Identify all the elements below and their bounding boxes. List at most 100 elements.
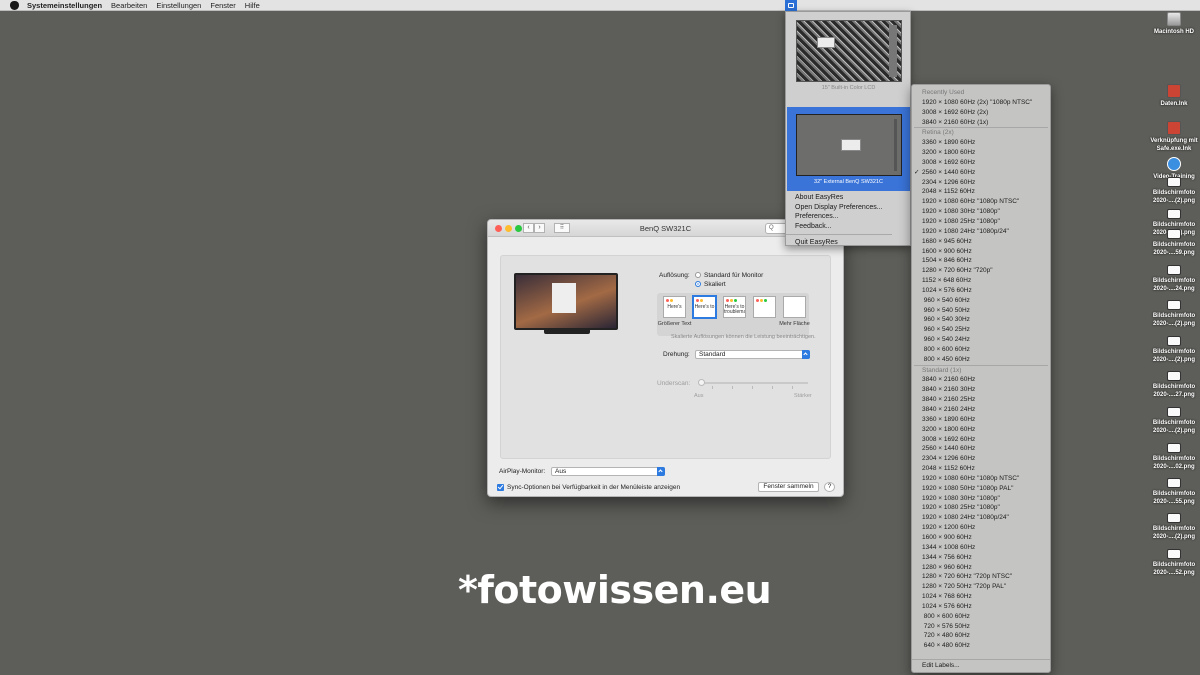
show-all-grid-icon[interactable]: ⠿ (554, 223, 570, 233)
resolution-item[interactable]: 960 × 540 60Hz (912, 296, 1050, 306)
resolution-item[interactable]: 960 × 540 30Hz (912, 315, 1050, 325)
scale-option-3[interactable]: Here's to troublema (723, 296, 746, 318)
menu-app-name[interactable]: Systemeinstellungen (27, 1, 102, 10)
resolution-item[interactable]: 800 × 600 60Hz (912, 612, 1050, 622)
preferences-item[interactable]: Preferences... (795, 212, 883, 222)
resolution-item[interactable]: 3840 × 2160 30Hz (912, 385, 1050, 395)
desktop-icon-item[interactable]: Bildschirmfoto 2020-....27.png (1144, 371, 1200, 399)
resolution-item[interactable]: 1504 × 846 60Hz (912, 256, 1050, 266)
desktop-icon-item[interactable]: Bildschirmfoto 2020-....(2).png (1144, 177, 1200, 205)
scale-option-1[interactable]: Here's (663, 296, 686, 318)
resolution-item[interactable]: 960 × 540 25Hz (912, 325, 1050, 335)
desktop-icon-item[interactable]: Bildschirmfoto 2020-....(2).png (1144, 407, 1200, 435)
display-builtin[interactable]: 15" Built-in Color LCD (787, 13, 910, 97)
resolution-item[interactable]: 1280 × 960 60Hz (912, 563, 1050, 573)
resolution-item[interactable]: 1920 × 1080 25Hz "1080p" (912, 217, 1050, 227)
about-easyres-item[interactable]: About EasyRes (795, 193, 883, 203)
resolution-item[interactable]: 1680 × 945 60Hz (912, 237, 1050, 247)
resolution-item[interactable]: 1344 × 756 60Hz (912, 553, 1050, 563)
forward-icon[interactable]: › (534, 223, 545, 233)
resolution-item[interactable]: 1920 × 1080 60Hz "1080p NTSC" (912, 474, 1050, 484)
scale-option-2[interactable]: Here's to (693, 296, 716, 318)
help-button[interactable]: ? (824, 482, 835, 492)
menu-edit[interactable]: Bearbeiten (111, 1, 147, 10)
resolution-item[interactable]: 3200 × 1800 60Hz (912, 425, 1050, 435)
desktop-icon-item[interactable]: Bildschirmfoto 2020-....(2).png (1144, 300, 1200, 328)
desktop-icon-item[interactable]: Daten.lnk (1144, 84, 1200, 108)
scale-option-4[interactable] (753, 296, 776, 318)
resolution-item[interactable]: 3008 × 1692 60Hz (912, 158, 1050, 168)
resolution-item[interactable]: 2560 × 1440 60Hz (912, 444, 1050, 454)
resolution-item[interactable]: 2304 × 1296 60Hz (912, 178, 1050, 188)
desktop-icon-item[interactable]: Bildschirmfoto 2020-....(2).png (1144, 336, 1200, 364)
resolution-item[interactable]: 960 × 540 24Hz (912, 335, 1050, 345)
resolution-item[interactable]: 3360 × 1890 60Hz (912, 415, 1050, 425)
resolution-item[interactable]: 1920 × 1080 60Hz "1080p NTSC" (912, 197, 1050, 207)
resolution-item[interactable]: 1600 × 900 60Hz (912, 247, 1050, 257)
underscan-slider[interactable] (698, 379, 808, 389)
display-external[interactable]: 32" External BenQ SW321C (787, 107, 910, 191)
resolution-item[interactable]: 3200 × 1800 60Hz (912, 148, 1050, 158)
back-icon[interactable]: ‹ (523, 223, 534, 233)
resolution-item[interactable]: 720 × 480 60Hz (912, 631, 1050, 641)
resolution-item[interactable]: 720 × 576 50Hz (912, 622, 1050, 632)
resolution-item[interactable]: 1600 × 900 60Hz (912, 533, 1050, 543)
resolution-item[interactable]: 1280 × 720 60Hz "720p NTSC" (912, 572, 1050, 582)
resolution-item[interactable]: 2304 × 1296 60Hz (912, 454, 1050, 464)
menu-window[interactable]: Fenster (210, 1, 235, 10)
resolution-item[interactable]: 1920 × 1080 24Hz "1080p/24" (912, 227, 1050, 237)
resolution-item[interactable]: 3840 × 2160 24Hz (912, 405, 1050, 415)
easyres-menu-icon[interactable] (785, 0, 797, 11)
feedback-item[interactable]: Feedback... (795, 222, 883, 232)
resolution-item[interactable]: 2048 × 1152 60Hz (912, 187, 1050, 197)
slider-knob[interactable] (698, 379, 705, 386)
scale-option-5[interactable] (783, 296, 806, 318)
desktop-icon-item[interactable]: Bildschirmfoto 2020-....24.png (1144, 265, 1200, 293)
menu-settings[interactable]: Einstellungen (156, 1, 201, 10)
desktop-icon-item[interactable]: Bildschirmfoto 2020-....02.png (1144, 443, 1200, 471)
menu-help[interactable]: Hilfe (245, 1, 260, 10)
apple-icon[interactable] (10, 0, 19, 10)
resolution-item[interactable]: 3360 × 1890 60Hz (912, 138, 1050, 148)
open-display-preferences-item[interactable]: Open Display Preferences... (795, 203, 883, 213)
gather-windows-button[interactable]: Fenster sammeln (758, 482, 819, 492)
resolution-item[interactable]: 800 × 600 60Hz (912, 345, 1050, 355)
resolution-item[interactable]: 2048 × 1152 60Hz (912, 464, 1050, 474)
resolution-item[interactable]: 1920 × 1080 25Hz "1080p" (912, 503, 1050, 513)
resolution-item[interactable]: 1024 × 768 60Hz (912, 592, 1050, 602)
desktop-icon-item[interactable]: Bildschirmfoto 2020-....59.png (1144, 229, 1200, 257)
resolution-item[interactable]: 1344 × 1008 60Hz (912, 543, 1050, 553)
sync-checkbox[interactable] (497, 484, 504, 491)
resolution-item[interactable]: 3008 × 1692 60Hz (912, 435, 1050, 445)
desktop-icon-item[interactable]: Bildschirmfoto 2020-....52.png (1144, 549, 1200, 577)
resolution-item[interactable]: 3008 × 1692 60Hz (2x) (912, 108, 1050, 118)
resolution-item[interactable]: 1920 × 1080 24Hz "1080p/24" (912, 513, 1050, 523)
resolution-item[interactable]: 800 × 450 60Hz (912, 355, 1050, 365)
resolution-item[interactable]: 1920 × 1080 60Hz (2x) "1080p NTSC" (912, 98, 1050, 108)
resolution-item[interactable]: 3840 × 2160 60Hz (1x) (912, 118, 1050, 128)
desktop-icon-item[interactable]: Bildschirmfoto 2020-....(2).png (1144, 513, 1200, 541)
resolution-item[interactable]: 1920 × 1080 30Hz "1080p" (912, 494, 1050, 504)
resolution-item[interactable]: ✓ 2560 × 1440 60Hz (912, 168, 1050, 178)
desktop-icon-item[interactable]: Macintosh HD (1144, 12, 1200, 36)
desktop-icon-item[interactable]: Bildschirmfoto 2020-....55.png (1144, 478, 1200, 506)
quit-easyres-item[interactable]: Quit EasyRes (795, 238, 883, 248)
airplay-select[interactable]: Aus (551, 467, 665, 476)
resolution-item[interactable]: 1920 × 1080 50Hz "1080p PAL" (912, 484, 1050, 494)
resolution-item[interactable]: 1280 × 720 50Hz "720p PAL" (912, 582, 1050, 592)
resolution-item[interactable]: 1920 × 1080 30Hz "1080p" (912, 207, 1050, 217)
edit-labels-item[interactable]: Edit Labels... (912, 659, 1050, 670)
resolution-item[interactable]: 3840 × 2160 60Hz (912, 375, 1050, 385)
radio-scaled[interactable] (695, 281, 701, 287)
resolution-item[interactable]: 1920 × 1200 60Hz (912, 523, 1050, 533)
resolution-item[interactable]: 3840 × 2160 25Hz (912, 395, 1050, 405)
rotation-select[interactable]: Standard (695, 350, 810, 359)
resolution-item[interactable]: 1024 × 576 60Hz (912, 286, 1050, 296)
desktop-icon-item[interactable]: Verknüpfung mit Safe.exe.lnk (1144, 121, 1200, 153)
resolution-item[interactable]: 1024 × 576 60Hz (912, 602, 1050, 612)
resolution-item[interactable]: 1280 × 720 60Hz "720p" (912, 266, 1050, 276)
radio-default[interactable] (695, 272, 701, 278)
resolution-item[interactable]: 640 × 480 60Hz (912, 641, 1050, 651)
resolution-item[interactable]: 960 × 540 50Hz (912, 306, 1050, 316)
resolution-item[interactable]: 1152 × 648 60Hz (912, 276, 1050, 286)
